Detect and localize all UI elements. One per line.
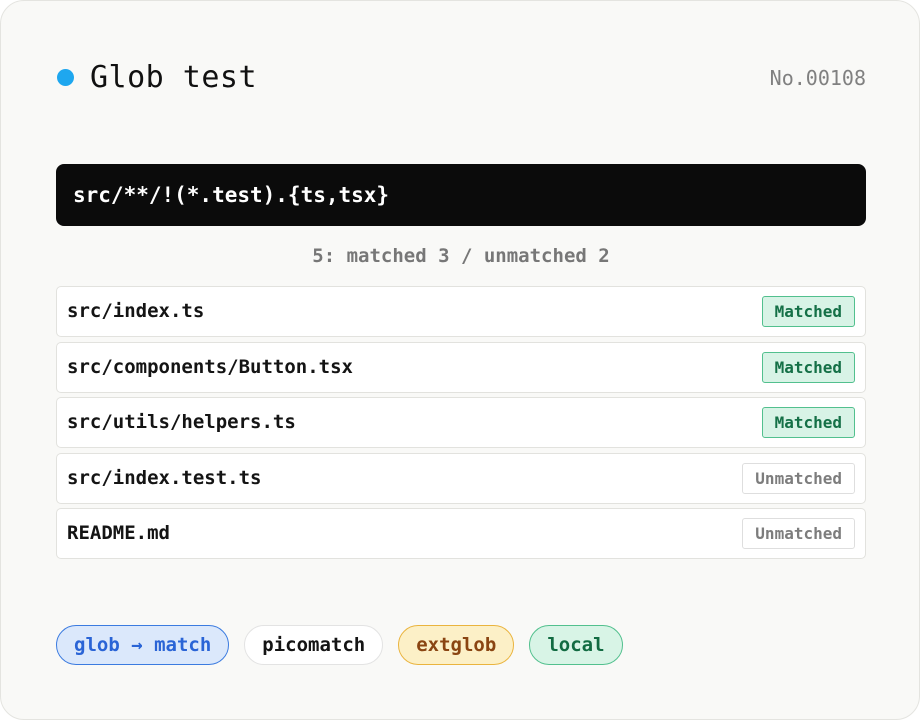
result-row: src/components/Button.tsx Matched xyxy=(56,341,866,393)
status-badge: Matched xyxy=(761,407,855,438)
status-badge: Unmatched xyxy=(742,462,855,494)
result-row: src/utils/helpers.ts Matched xyxy=(56,397,866,448)
tag-local[interactable]: local xyxy=(529,625,623,665)
tag-glob-match[interactable]: glob → match xyxy=(56,625,230,665)
status-badge: Matched xyxy=(761,296,855,327)
header: Glob test No.00108 xyxy=(56,57,866,99)
file-path: src/index.test.ts xyxy=(67,466,262,489)
glob-pattern: src/**/!(*.test).{ts,tsx} xyxy=(73,183,390,207)
tag-extglob[interactable]: extglob xyxy=(398,625,515,665)
result-row: README.md Unmatched xyxy=(56,508,866,559)
file-path: src/components/Button.tsx xyxy=(67,355,353,378)
status-badge: Unmatched xyxy=(742,518,855,549)
result-list: src/index.ts Matched src/components/Butt… xyxy=(56,286,866,564)
file-path: src/index.ts xyxy=(67,300,205,322)
status-badge: Matched xyxy=(761,351,855,383)
status-dot-icon xyxy=(57,69,74,86)
match-summary: 5: matched 3 / unmatched 2 xyxy=(312,245,610,267)
result-row: src/index.ts Matched xyxy=(56,286,866,337)
file-path: README.md xyxy=(67,522,170,544)
file-path: src/utils/helpers.ts xyxy=(67,411,296,433)
record-number: No.00108 xyxy=(769,66,866,90)
glob-test-card: Glob test No.00108 src/**/!(*.test).{ts,… xyxy=(0,0,920,720)
tag-list: glob → match picomatch extglob local xyxy=(56,625,623,665)
tag-picomatch[interactable]: picomatch xyxy=(244,625,384,665)
glob-pattern-box[interactable]: src/**/!(*.test).{ts,tsx} xyxy=(56,164,866,226)
result-row: src/index.test.ts Unmatched xyxy=(56,452,866,504)
page-title: Glob test xyxy=(90,60,258,95)
